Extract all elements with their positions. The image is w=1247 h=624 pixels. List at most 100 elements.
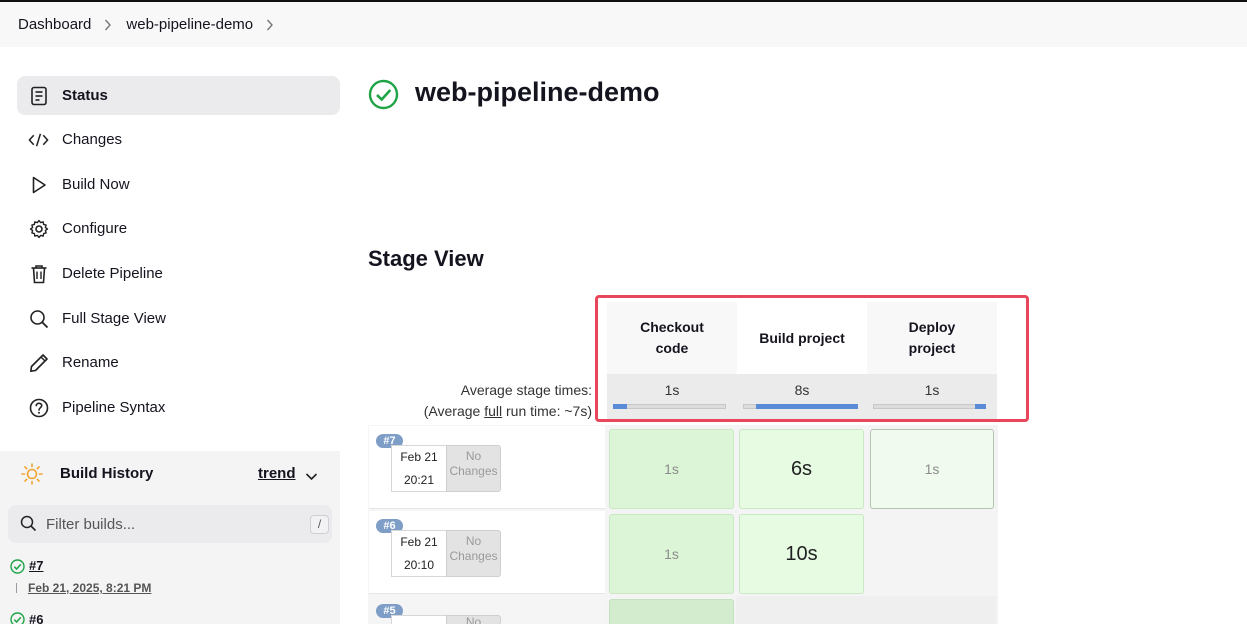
stage-cell[interactable] bbox=[606, 596, 736, 624]
stage-duration: 1s bbox=[664, 461, 679, 477]
shortcut-hint: / bbox=[310, 515, 329, 534]
breadcrumb: Dashboard web-pipeline-demo bbox=[0, 2, 1247, 47]
success-icon bbox=[368, 79, 399, 115]
build-date-link[interactable]: Feb 21, 2025, 8:21 PM bbox=[28, 581, 151, 595]
help-icon bbox=[28, 397, 49, 418]
stage-avg-build: 8s bbox=[737, 374, 867, 421]
sidebar-item-label: Status bbox=[62, 87, 108, 104]
run-date: Feb 21 20:10 bbox=[391, 530, 447, 577]
changes-line: No bbox=[465, 615, 482, 624]
stage-result-success: 1s bbox=[870, 429, 994, 509]
stage-name: code bbox=[655, 340, 689, 356]
full-run-time-link[interactable]: full bbox=[484, 403, 502, 419]
run-date-time: 20:21 bbox=[403, 473, 435, 487]
average-stage-times-label: Average stage times: (Average full run t… bbox=[368, 380, 592, 422]
filter-builds-input[interactable] bbox=[46, 514, 296, 534]
avg-label-prefix: (Average bbox=[423, 403, 485, 419]
changes-line: No bbox=[465, 449, 482, 463]
search-icon bbox=[20, 515, 37, 537]
run-changes[interactable]: No Changes bbox=[446, 445, 501, 492]
sidebar-item-label: Configure bbox=[62, 220, 128, 237]
build-history-row[interactable]: #6 bbox=[0, 604, 340, 624]
page-title: web-pipeline-demo bbox=[415, 77, 660, 107]
pencil-icon bbox=[28, 352, 49, 373]
success-icon bbox=[10, 612, 25, 624]
run-date-day: Feb 21 bbox=[400, 535, 438, 549]
stage-avg-deploy: 1s bbox=[867, 374, 997, 421]
stage-cell[interactable]: 10s bbox=[736, 511, 866, 596]
stage-avg-checkout: 1s bbox=[607, 374, 737, 421]
stage-duration: 10s bbox=[785, 542, 818, 565]
sidebar-item-pipeline-syntax[interactable]: Pipeline Syntax bbox=[17, 388, 340, 427]
stage-duration: 1s bbox=[664, 546, 679, 562]
avg-progress-track bbox=[873, 404, 986, 409]
breadcrumb-job[interactable]: web-pipeline-demo bbox=[126, 16, 253, 33]
changes-line: Changes bbox=[449, 549, 498, 563]
stage-cell[interactable]: 1s bbox=[606, 511, 736, 596]
run-date-time: 20:10 bbox=[403, 558, 435, 572]
run-date-day: Feb 21 bbox=[400, 450, 438, 464]
stage-cell[interactable]: 1s bbox=[606, 426, 736, 511]
filter-area: / bbox=[0, 497, 340, 551]
stage-result-success: 6s bbox=[739, 429, 864, 509]
stage-header-checkout: Checkout code bbox=[607, 302, 737, 374]
stage-result-success bbox=[609, 599, 734, 624]
sidebar-item-full-stage-view[interactable]: Full Stage View bbox=[17, 299, 340, 338]
stage-name: Checkout bbox=[640, 319, 704, 335]
avg-progress-fill bbox=[756, 404, 858, 409]
stage-cell-empty bbox=[866, 596, 996, 624]
run-row-6: #6 Feb 21 20:10 No Changes bbox=[369, 511, 605, 594]
sidebar-item-build-now[interactable]: Build Now bbox=[17, 165, 340, 204]
stage-cell[interactable]: 1s bbox=[866, 426, 996, 511]
stage-header-build: Build project bbox=[737, 302, 867, 374]
stage-name: Deploy bbox=[908, 319, 956, 335]
filter-builds-field[interactable]: / bbox=[8, 505, 332, 543]
stage-cell-empty bbox=[736, 596, 866, 624]
sun-icon bbox=[21, 463, 43, 490]
avg-label-line1: Average stage times: bbox=[460, 382, 592, 398]
sidebar-item-changes[interactable]: Changes bbox=[17, 120, 340, 159]
chevron-right-icon bbox=[104, 19, 112, 31]
run-date: Feb 21 20:21 bbox=[391, 445, 447, 492]
stage-result-success: 1s bbox=[609, 429, 734, 509]
stage-name: Build project bbox=[759, 329, 845, 346]
sidebar-item-label: Pipeline Syntax bbox=[62, 399, 166, 416]
build-number-link[interactable]: #6 bbox=[29, 612, 43, 624]
chevron-right-icon[interactable] bbox=[266, 19, 274, 31]
stage-cell-empty bbox=[866, 511, 996, 596]
trend-link[interactable]: trend bbox=[258, 465, 296, 482]
build-number-link[interactable]: #7 bbox=[29, 558, 43, 573]
run-row-7: #7 Feb 21 20:21 No Changes bbox=[369, 426, 605, 509]
chevron-down-icon[interactable] bbox=[305, 468, 318, 486]
stage-avg-time: 8s bbox=[794, 382, 810, 398]
changes-line: Changes bbox=[449, 464, 498, 478]
sidebar-item-label: Full Stage View bbox=[62, 310, 166, 327]
avg-label-suffix: run time: ~7s) bbox=[502, 403, 592, 419]
success-icon bbox=[10, 559, 25, 579]
stage-result-success: 10s bbox=[739, 514, 864, 594]
search-icon bbox=[28, 308, 49, 329]
stage-avg-time: 1s bbox=[924, 382, 940, 398]
run-date bbox=[391, 615, 447, 624]
sidebar-item-rename[interactable]: Rename bbox=[17, 343, 340, 382]
stage-header-deploy: Deploy project bbox=[867, 302, 997, 374]
avg-progress-fill bbox=[975, 404, 986, 409]
avg-progress-track bbox=[613, 404, 726, 409]
status-icon bbox=[28, 85, 49, 106]
breadcrumb-dashboard[interactable]: Dashboard bbox=[18, 16, 91, 33]
sidebar-item-delete-pipeline[interactable]: Delete Pipeline bbox=[17, 254, 340, 293]
run-changes[interactable]: No bbox=[446, 615, 501, 624]
sidebar-item-configure[interactable]: Configure bbox=[17, 209, 340, 248]
build-history-header: Build History trend bbox=[0, 451, 340, 497]
gear-icon bbox=[28, 218, 49, 239]
row-connector bbox=[16, 583, 17, 593]
sidebar-item-label: Rename bbox=[62, 354, 119, 371]
run-changes[interactable]: No Changes bbox=[446, 530, 501, 577]
code-icon bbox=[28, 129, 49, 150]
sidebar-item-label: Delete Pipeline bbox=[62, 265, 163, 282]
sidebar-item-status[interactable]: Status bbox=[17, 76, 340, 115]
build-history-row[interactable]: #7 Feb 21, 2025, 8:21 PM bbox=[0, 551, 340, 604]
stage-cell[interactable]: 6s bbox=[736, 426, 866, 511]
stage-name: project bbox=[908, 340, 956, 356]
sidebar-item-label: Build Now bbox=[62, 176, 130, 193]
